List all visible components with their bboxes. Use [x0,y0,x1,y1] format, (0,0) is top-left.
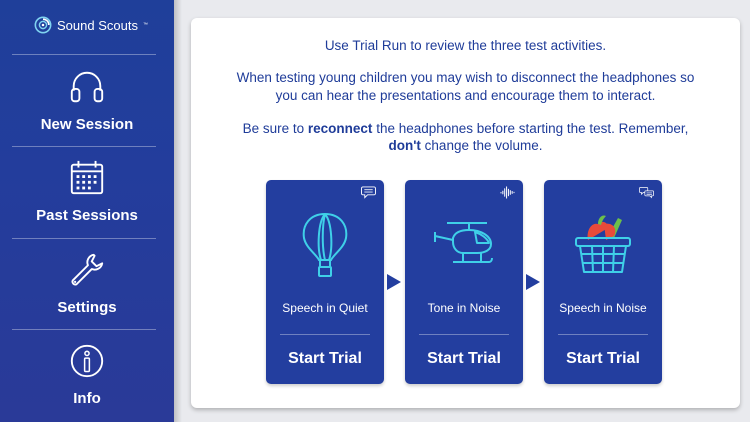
card-title: Tone in Noise [427,301,501,315]
helicopter-icon [405,210,523,280]
arrow-right-icon [387,274,401,290]
sidebar-item-settings[interactable]: Settings [0,251,174,339]
arrow-right-icon [526,274,540,290]
divider [12,329,156,330]
card-speech-in-noise[interactable]: Speech in Noise Start Trial [544,180,662,384]
card-divider [280,334,370,335]
sidebar-item-label: Info [73,390,101,407]
sidebar-item-new-session[interactable]: New Session [0,68,174,156]
card-speech-in-quiet[interactable]: Speech in Quiet Start Trial [266,180,384,384]
wrench-icon [68,251,106,289]
intro-text: the headphones before starting the test.… [372,121,689,136]
card-title: Speech in Noise [559,301,647,315]
calendar-icon [68,159,106,197]
card-divider [558,334,648,335]
sidebar-item-past-sessions[interactable]: Past Sessions [0,159,174,247]
intro-emphasis-reconnect: reconnect [307,121,373,136]
info-icon [68,342,106,380]
start-trial-button[interactable]: Start Trial [266,350,384,368]
intro-line-1: Use Trial Run to review the three test a… [324,38,607,53]
intro-line-3: Be sure to reconnect the headphones befo… [191,120,740,138]
sidebar-item-info[interactable]: Info [0,342,174,422]
sound-wave-icon [500,186,515,199]
intro-text: change the volume. [420,138,543,153]
brand-name: Sound Scouts [57,17,138,33]
sidebar-shadow [174,0,182,422]
intro-emphasis-dont: don't [388,138,421,153]
card-divider [419,334,509,335]
start-trial-button[interactable]: Start Trial [544,350,662,368]
headphones-icon [68,68,106,106]
speech-bubbles-icon [639,186,654,199]
intro-text: Be sure to [242,121,308,136]
divider [12,54,156,55]
trial-run-panel: Use Trial Run to review the three test a… [191,18,740,408]
intro-line-2a: When testing young children you may wish… [236,70,695,85]
divider [12,238,156,239]
intro-line-2b: you can hear the presentations and encou… [275,88,656,103]
hot-air-balloon-icon [266,210,384,280]
picnic-basket-icon [544,210,662,280]
trademark-mark: ™ [142,22,148,28]
brand-logo: Sound Scouts ™ [34,13,148,37]
speech-bubble-icon [361,186,376,199]
divider [12,146,156,147]
sidebar: Sound Scouts ™ New Session Past Sessions… [0,0,174,422]
card-tone-in-noise[interactable]: Tone in Noise Start Trial [405,180,523,384]
card-title: Speech in Quiet [282,301,368,315]
sidebar-item-label: New Session [40,116,134,133]
sidebar-item-label: Past Sessions [36,207,138,224]
start-trial-button[interactable]: Start Trial [405,350,523,368]
swirl-logo-icon [34,16,52,34]
intro-line-4: don't change the volume. [191,137,740,155]
sidebar-item-label: Settings [57,299,117,316]
